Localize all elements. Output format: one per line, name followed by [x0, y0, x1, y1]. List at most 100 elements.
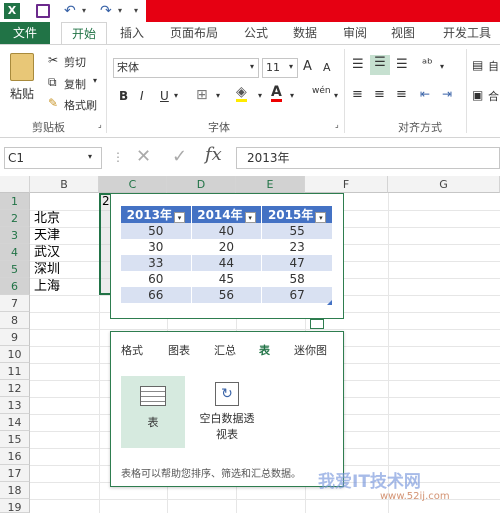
tab-charts[interactable]: 图表: [168, 342, 190, 358]
cell-c1[interactable]: 2: [102, 193, 110, 210]
tab-file[interactable]: 文件: [0, 22, 50, 44]
column-header-c[interactable]: C: [99, 176, 167, 193]
phonetic-guide-button[interactable]: wén: [312, 86, 331, 96]
cell-b2[interactable]: 北京: [34, 210, 60, 227]
font-color-icon[interactable]: A: [271, 85, 282, 102]
row-header[interactable]: 3: [0, 227, 30, 244]
phonetic-dropdown-icon[interactable]: ▾: [334, 91, 338, 100]
quick-analysis-button[interactable]: [310, 319, 324, 329]
align-left-icon[interactable]: ≡: [352, 87, 363, 102]
wrap-text-button[interactable]: 自: [488, 58, 499, 74]
row-header[interactable]: 17: [0, 465, 30, 482]
align-right-icon[interactable]: ≡: [396, 87, 407, 102]
grow-font-button[interactable]: A: [303, 59, 312, 74]
row-header[interactable]: 5: [0, 261, 30, 278]
row-header[interactable]: 14: [0, 414, 30, 431]
column-header-d[interactable]: D: [167, 176, 236, 193]
paste-button[interactable]: 粘贴: [10, 85, 34, 102]
row-header[interactable]: 1: [0, 193, 30, 210]
copy-dropdown-icon[interactable]: ▾: [93, 76, 97, 85]
column-header-e[interactable]: E: [236, 176, 305, 193]
tab-sparklines[interactable]: 迷你图: [294, 342, 327, 358]
wrap-text-icon[interactable]: ▤: [472, 58, 483, 72]
underline-dropdown-icon[interactable]: ▾: [174, 91, 178, 100]
cell-b4[interactable]: 武汉: [34, 244, 60, 261]
format-painter-icon[interactable]: ✎: [48, 96, 58, 110]
shrink-font-button[interactable]: A: [323, 61, 331, 74]
redo-icon[interactable]: ↷: [100, 3, 112, 19]
save-icon[interactable]: [36, 4, 50, 18]
align-top-icon[interactable]: ☰: [352, 57, 364, 72]
underline-button[interactable]: U: [160, 89, 169, 103]
row-header[interactable]: 10: [0, 346, 30, 363]
tab-developer[interactable]: 开发工具: [436, 22, 498, 44]
fill-color-dropdown-icon[interactable]: ▾: [258, 91, 262, 100]
cancel-icon[interactable]: ✕: [136, 146, 151, 167]
column-header-f[interactable]: F: [305, 176, 388, 193]
insert-function-button[interactable]: fx: [205, 144, 222, 165]
merge-button[interactable]: 合: [488, 88, 499, 104]
fill-color-icon[interactable]: ◈: [236, 85, 247, 102]
row-header[interactable]: 8: [0, 312, 30, 329]
font-size-dropdown-icon[interactable]: ▾: [289, 62, 293, 71]
font-color-dropdown-icon[interactable]: ▾: [290, 91, 294, 100]
borders-dropdown-icon[interactable]: ▾: [216, 91, 220, 100]
row-header[interactable]: 2: [0, 210, 30, 227]
cell-b6[interactable]: 上海: [34, 278, 60, 295]
align-middle-icon[interactable]: ☰: [370, 55, 390, 75]
font-name-dropdown[interactable]: 宋体: [113, 58, 259, 78]
decrease-indent-icon[interactable]: ⇤: [420, 87, 430, 101]
font-name-dropdown-icon[interactable]: ▾: [250, 62, 254, 71]
cell-b3[interactable]: 天津: [34, 227, 60, 244]
align-bottom-icon[interactable]: ☰: [396, 57, 408, 72]
tab-review[interactable]: 审阅: [335, 22, 375, 44]
tab-page-layout[interactable]: 页面布局: [163, 22, 225, 44]
format-painter-button[interactable]: 格式刷: [64, 97, 97, 113]
row-header[interactable]: 7: [0, 295, 30, 312]
row-header[interactable]: 15: [0, 431, 30, 448]
orientation-icon[interactable]: ᵃᵇ: [422, 57, 433, 72]
select-all-corner[interactable]: [0, 176, 30, 193]
tab-insert[interactable]: 插入: [113, 22, 151, 44]
tab-home[interactable]: 开始: [61, 22, 107, 44]
cut-button[interactable]: 剪切: [64, 54, 86, 70]
tab-formulas[interactable]: 公式: [236, 22, 276, 44]
borders-icon[interactable]: ⊞: [196, 87, 208, 103]
table-option-button[interactable]: 表: [121, 376, 185, 448]
cell-b5[interactable]: 深圳: [34, 261, 60, 278]
orientation-dropdown-icon[interactable]: ▾: [440, 62, 444, 71]
row-header[interactable]: 13: [0, 397, 30, 414]
redo-dropdown-icon[interactable]: ▾: [118, 3, 122, 19]
copy-button[interactable]: 复制: [64, 76, 86, 92]
tab-totals[interactable]: 汇总: [214, 342, 236, 358]
undo-dropdown-icon[interactable]: ▾: [82, 3, 86, 19]
row-header[interactable]: 9: [0, 329, 30, 346]
font-launcher-icon[interactable]: ⌟: [335, 120, 339, 129]
formula-input[interactable]: 2013年: [236, 147, 500, 169]
tab-data[interactable]: 数据: [285, 22, 325, 44]
enter-icon[interactable]: ✓: [172, 146, 187, 167]
row-header[interactable]: 4: [0, 244, 30, 261]
tab-formatting[interactable]: 格式: [121, 342, 143, 358]
cut-icon[interactable]: ✂: [48, 53, 58, 67]
row-header[interactable]: 12: [0, 380, 30, 397]
tab-view[interactable]: 视图: [383, 22, 423, 44]
bold-button[interactable]: B: [119, 89, 128, 103]
blank-pivottable-button[interactable]: ↻ 空白数据透 视表: [185, 376, 269, 448]
merge-icon[interactable]: ▣: [472, 88, 483, 102]
undo-icon[interactable]: ↶: [64, 3, 76, 19]
paste-icon[interactable]: [10, 53, 34, 81]
row-header[interactable]: 11: [0, 363, 30, 380]
row-header[interactable]: 6: [0, 278, 30, 295]
increase-indent-icon[interactable]: ⇥: [442, 87, 452, 101]
name-box-dropdown-icon[interactable]: ▾: [88, 152, 92, 161]
column-header-g[interactable]: G: [388, 176, 500, 193]
tab-tables[interactable]: 表: [259, 342, 270, 358]
italic-button[interactable]: I: [140, 89, 144, 103]
row-header[interactable]: 18: [0, 482, 30, 499]
customize-qat-icon[interactable]: ▾: [134, 3, 138, 19]
copy-icon[interactable]: ⧉: [48, 75, 57, 90]
row-header[interactable]: 19: [0, 499, 30, 514]
clipboard-launcher-icon[interactable]: ⌟: [98, 120, 102, 129]
column-header-b[interactable]: B: [30, 176, 99, 193]
